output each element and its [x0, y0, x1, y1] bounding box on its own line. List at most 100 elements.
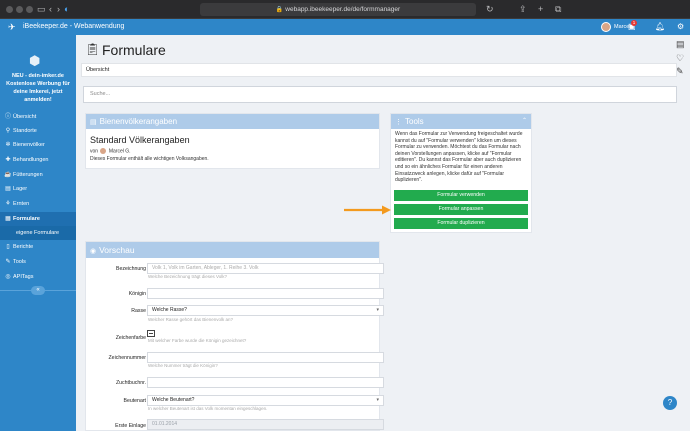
bell-icon[interactable]: 🔔︎: [655, 22, 665, 32]
back-arrow-icon[interactable]: ‹: [49, 3, 52, 15]
sidebar-item-tools[interactable]: ✎ Tools: [0, 255, 76, 269]
document-icon: ▯: [6, 244, 10, 250]
search-input[interactable]: Suche...: [83, 86, 677, 103]
url-text: webapp.ibeekeeper.de/de/formmanager: [285, 6, 401, 13]
chevron-down-icon: ▾: [376, 307, 379, 313]
chevron-down-icon: ▾: [376, 397, 379, 403]
sidebar-item-bienenvoelker[interactable]: ✲ Bienenvölker: [0, 138, 76, 152]
sidebar-item-fuetterungen[interactable]: ☕ Fütterungen: [0, 168, 76, 182]
annotation-arrow-icon: [344, 205, 391, 215]
sidebar-item-lager[interactable]: ▤ Lager: [0, 182, 76, 196]
adjust-form-button[interactable]: Formular anpassen: [394, 204, 528, 215]
field-label-zuchtbuchnr: Zuchtbuchnr.: [116, 380, 146, 386]
bezeichnung-help: Welche Bezeichnung trägt dieses Volk?: [148, 274, 227, 279]
form-title[interactable]: Standard Völkerangaben: [90, 135, 190, 145]
duplicate-form-button[interactable]: Formular duplizieren: [394, 218, 528, 229]
zeichenfarbe-color-picker[interactable]: [147, 330, 155, 337]
koenigin-field[interactable]: [147, 288, 384, 299]
sidebar: ⬢ NEU - dein-imker.de Kostenlose Werbung…: [0, 35, 76, 431]
tools-card: ⋮ Tools ⌃ Wenn das Formular zur Verwendun…: [390, 113, 532, 233]
sidebar-toggle-icon[interactable]: ▭: [37, 3, 46, 15]
shield-icon[interactable]: ◐: [64, 3, 69, 15]
field-label-koenigin: Königin: [128, 291, 146, 297]
use-form-button[interactable]: Formular verwenden: [394, 190, 528, 201]
beutenart-help: In welcher Beutenart ist das Volk moment…: [148, 406, 268, 411]
chevron-up-icon[interactable]: ⌃: [522, 114, 527, 129]
form-author: von Marcel G.: [90, 148, 131, 155]
erste-einlage-field[interactable]: 01.01.2014: [147, 419, 384, 430]
medkit-icon: ✚: [5, 157, 11, 163]
bezeichnung-field[interactable]: Volk 1, Volk im Garten, Ableger, 1. Reih…: [147, 263, 384, 274]
info-icon: ⓘ: [4, 114, 11, 120]
heart-icon[interactable]: ♡: [676, 53, 684, 64]
bienen-card-header: ▤ Bienenvölkerangaben: [86, 114, 379, 129]
avatar[interactable]: [601, 22, 611, 32]
field-label-erste-einlage: Erste Einlage: [115, 423, 146, 429]
form-description: Dieses Formular enthält alle wichtigen V…: [90, 156, 209, 162]
forward-arrow-icon[interactable]: ›: [57, 3, 60, 15]
lock-icon: 🔒: [275, 7, 284, 13]
tab-bar: Übersicht: [81, 63, 677, 77]
zeichennummer-field[interactable]: [147, 352, 384, 363]
sidebar-item-eigene-formulare[interactable]: eigene Formulare: [0, 226, 76, 240]
browser-toolbar: ▭ ‹ › ◐ 🔒 webapp.ibeekeeper.de/de/formman…: [0, 0, 690, 19]
preview-card: ◉ Vorschau Bezeichnung Volk 1, Volk im Ga…: [85, 241, 384, 431]
eye-icon: ◉: [90, 248, 97, 255]
rasse-help: Welcher Rasse gehört das Bienenvolk an?: [148, 317, 233, 322]
address-bar[interactable]: 🔒 webapp.ibeekeeper.de/de/formmanager: [200, 3, 476, 16]
clipboard-icon[interactable]: ▤: [676, 39, 685, 50]
app-name[interactable]: iBeekeeper.de - Webanwendung: [23, 22, 124, 32]
zeichenfarbe-help: Mit welcher Farbe wurde die Königin geze…: [148, 338, 247, 343]
window-zoom-dot[interactable]: [26, 6, 33, 13]
map-pin-icon: ⚲: [5, 128, 11, 134]
rasse-select[interactable]: Welche Rasse? ▾: [147, 305, 384, 316]
pencil-icon[interactable]: ✎: [676, 66, 684, 77]
menu-dots-icon: ⋮: [395, 119, 402, 126]
sidebar-item-apitags[interactable]: ◎ APITags: [0, 270, 76, 284]
feeding-icon: ☕: [4, 172, 12, 178]
field-label-bezeichnung: Bezeichnung: [116, 266, 146, 272]
reload-icon[interactable]: ↻: [486, 3, 494, 15]
harvest-icon: ⚘: [5, 201, 11, 207]
window-close-dot[interactable]: [6, 6, 13, 13]
sidebar-item-behandlungen[interactable]: ✚ Behandlungen: [0, 153, 76, 167]
app-header: ✈ iBeekeeper.de - Webanwendung Marcel ▣ …: [0, 19, 690, 35]
field-label-beutenart: Beutenart: [123, 398, 147, 404]
sidebar-item-ernten[interactable]: ⚘ Ernten: [0, 197, 76, 211]
sidebar-item-formulare[interactable]: ▦ Formulare: [0, 212, 76, 226]
bee-icon: ✲: [5, 142, 11, 148]
clipboard-icon: ▤: [90, 119, 97, 126]
gear-icon[interactable]: ⚙: [677, 22, 684, 32]
collapse-sidebar-button[interactable]: «: [31, 286, 45, 295]
help-button[interactable]: ?: [663, 396, 677, 410]
sidebar-item-uebersicht[interactable]: ⓘ Übersicht: [0, 110, 76, 124]
field-label-rasse: Rasse: [131, 308, 146, 314]
sidebar-item-standorte[interactable]: ⚲ Standorte: [0, 124, 76, 138]
sidebar-item-berichte[interactable]: ▯ Berichte: [0, 240, 76, 254]
tools-card-header: ⋮ Tools ⌃: [391, 114, 531, 129]
wrench-icon: ✎: [5, 259, 11, 265]
clipboard-icon: ▦: [5, 216, 11, 222]
zuchtbuchnr-field[interactable]: [147, 377, 384, 388]
beutenart-select[interactable]: Welche Beutenart? ▾: [147, 395, 384, 406]
promo-text[interactable]: NEU - dein-imker.de Kostenlose Werbung f…: [3, 72, 73, 104]
page-title: Formulare: [102, 42, 166, 58]
avatar: [100, 148, 107, 154]
share-icon[interactable]: ⇪: [519, 3, 527, 15]
tab-uebersicht[interactable]: Übersicht: [86, 64, 109, 77]
field-label-zeichenfarbe: Zeichenfarbe: [115, 335, 146, 341]
main-content: 📋︎ Formulare ▤ ♡ ✎ Übersicht Suche... ▤ B…: [76, 35, 690, 431]
tag-icon: ◎: [5, 274, 11, 280]
new-tab-icon[interactable]: +: [538, 3, 543, 15]
bee-logo-icon: ✈: [8, 22, 16, 32]
tab-overview-icon[interactable]: ⧉: [555, 3, 561, 15]
honeycomb-icon: ⬢: [29, 53, 41, 68]
notification-badge: 1: [631, 20, 637, 26]
warehouse-icon: ▤: [5, 186, 11, 192]
field-label-zeichennummer: Zeichennummer: [108, 355, 146, 361]
zeichennummer-help: Welche Nummer trägt die Königin?: [148, 363, 218, 368]
bienen-card: ▤ Bienenvölkerangaben Standard Völkeranga…: [85, 113, 380, 169]
window-minimize-dot[interactable]: [16, 6, 23, 13]
preview-card-header: ◉ Vorschau: [86, 242, 379, 258]
clipboard-icon: 📋︎: [85, 42, 101, 56]
